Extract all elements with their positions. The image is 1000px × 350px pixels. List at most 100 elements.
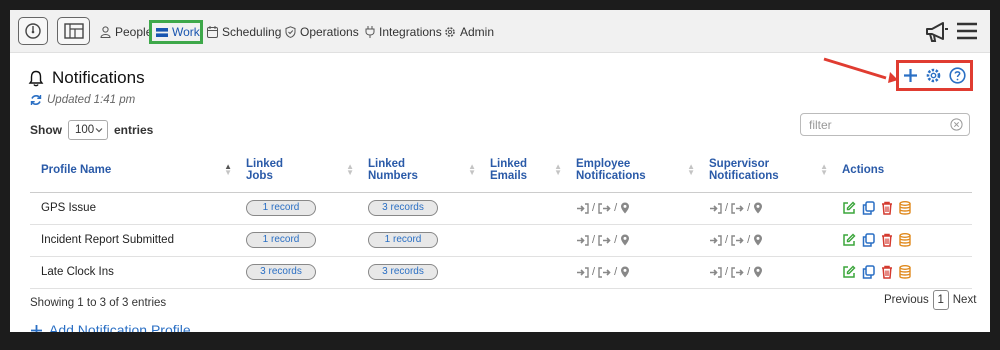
supervisor-notifications[interactable]: / / <box>709 266 836 278</box>
nav-scheduling-label: Scheduling <box>222 25 282 39</box>
copy-icon[interactable] <box>862 233 875 247</box>
plus-icon[interactable] <box>903 68 918 83</box>
row-actions <box>842 233 972 247</box>
nav-integrations-label: Integrations <box>379 25 442 39</box>
sort-icon: ▲ ▼ <box>820 162 828 177</box>
filter-input[interactable]: filter <box>800 113 970 136</box>
column-header[interactable]: Profile Name ▲ ▼ <box>30 148 240 193</box>
settings-gear-icon[interactable] <box>925 67 942 84</box>
table-header-row: Profile Name ▲ ▼ Linked Jobs ▲ ▼ Linked Number… <box>30 148 972 193</box>
previous-button[interactable]: Previous <box>884 294 929 306</box>
plug-icon <box>365 26 375 38</box>
bell-icon <box>28 70 44 86</box>
notifications-table: Profile Name ▲ ▼ Linked Jobs ▲ ▼ Linked Number… <box>30 148 972 289</box>
column-header[interactable]: Linked Numbers ▲ ▼ <box>362 148 484 193</box>
table-body: GPS Issue 1 record 3 records / / / / Incident R… <box>30 192 972 289</box>
refresh-icon[interactable] <box>30 94 42 106</box>
megaphone-icon[interactable] <box>925 21 949 43</box>
employee-notifications[interactable]: / / <box>576 234 703 246</box>
employee-notifications[interactable]: / / <box>576 202 703 214</box>
add-notification-profile-button[interactable]: Add Notification Profile <box>30 322 191 332</box>
linked-jobs-badge[interactable]: 1 record <box>246 200 316 216</box>
nav-people[interactable]: People <box>100 24 152 40</box>
map-pin-icon <box>621 266 630 278</box>
archive-icon[interactable] <box>899 201 911 215</box>
sign-in-icon <box>710 266 722 278</box>
header-actions <box>896 60 973 91</box>
show-entries: Show 100 entries <box>30 120 153 140</box>
column-header[interactable]: Supervisor Notifications ▲ ▼ <box>703 148 836 193</box>
nav-admin[interactable]: Admin <box>444 24 494 40</box>
entries-select[interactable]: 100 <box>68 120 108 140</box>
clear-filter-icon[interactable] <box>950 118 963 131</box>
add-profile-label: Add Notification Profile <box>49 322 191 332</box>
sign-out-icon <box>731 202 744 214</box>
filter-placeholder: filter <box>809 118 832 132</box>
help-icon[interactable] <box>949 67 966 84</box>
linked-jobs-badge[interactable]: 3 records <box>246 264 316 280</box>
calendar-icon <box>207 26 218 38</box>
profile-name: GPS Issue <box>41 202 96 214</box>
separator: / <box>725 234 729 246</box>
edit-icon[interactable] <box>842 201 856 215</box>
separator: / <box>725 202 729 214</box>
separator: / <box>747 202 751 214</box>
map-pin-icon <box>754 266 763 278</box>
pagination: Previous 1 Next <box>884 290 976 310</box>
delete-icon[interactable] <box>881 233 893 247</box>
sign-out-icon <box>598 234 611 246</box>
profile-name: Late Clock Ins <box>41 266 114 278</box>
work-icon <box>156 27 168 37</box>
table-info: Showing 1 to 3 of 3 entries <box>30 297 167 309</box>
employee-notifications[interactable]: / / <box>576 266 703 278</box>
supervisor-notifications[interactable]: / / <box>709 202 836 214</box>
copy-icon[interactable] <box>862 201 875 215</box>
supervisor-notifications[interactable]: / / <box>709 234 836 246</box>
separator: / <box>725 266 729 278</box>
annotation-arrow <box>823 57 898 83</box>
sort-icon: ▲ ▼ <box>687 162 695 177</box>
column-header: Actions <box>836 148 972 193</box>
sign-in-icon <box>577 202 589 214</box>
edit-icon[interactable] <box>842 265 856 279</box>
map-pin-icon <box>621 234 630 246</box>
top-navbar: People Work Scheduling Operations Integr… <box>10 10 990 53</box>
column-header[interactable]: Linked Emails ▲ ▼ <box>484 148 570 193</box>
copy-icon[interactable] <box>862 265 875 279</box>
archive-icon[interactable] <box>899 265 911 279</box>
updated-status: Updated 1:41 pm <box>30 94 135 106</box>
map-pin-icon <box>621 202 630 214</box>
dashboard-button[interactable] <box>18 17 48 45</box>
row-actions <box>842 201 972 215</box>
nav-operations[interactable]: Operations <box>285 24 359 40</box>
nav-work[interactable]: Work <box>156 24 200 40</box>
separator: / <box>614 234 618 246</box>
profile-name: Incident Report Submitted <box>41 234 174 246</box>
person-icon <box>100 26 111 38</box>
delete-icon[interactable] <box>881 201 893 215</box>
gear-icon <box>445 27 455 37</box>
row-actions <box>842 265 972 279</box>
edit-icon[interactable] <box>842 233 856 247</box>
page-title: Notifications <box>52 68 145 87</box>
nav-integrations[interactable]: Integrations <box>365 24 442 40</box>
layout-button[interactable] <box>57 17 90 45</box>
sign-in-icon <box>577 234 589 246</box>
linked-jobs-badge[interactable]: 1 record <box>246 232 316 248</box>
linked-numbers-badge[interactable]: 3 records <box>368 264 438 280</box>
entries-value: 100 <box>75 124 95 136</box>
shield-icon <box>285 26 296 38</box>
entries-label: entries <box>114 123 154 137</box>
linked-numbers-badge[interactable]: 3 records <box>368 200 438 216</box>
archive-icon[interactable] <box>899 233 911 247</box>
separator: / <box>614 266 618 278</box>
page-1-button[interactable]: 1 <box>932 290 949 310</box>
next-button[interactable]: Next <box>953 294 977 306</box>
column-header[interactable]: Linked Jobs ▲ ▼ <box>240 148 362 193</box>
linked-numbers-badge[interactable]: 1 record <box>368 232 438 248</box>
nav-scheduling[interactable]: Scheduling <box>207 24 281 40</box>
delete-icon[interactable] <box>881 265 893 279</box>
column-header[interactable]: Employee Notifications ▲ ▼ <box>570 148 703 193</box>
hamburger-menu-icon[interactable] <box>956 22 978 40</box>
map-pin-icon <box>754 202 763 214</box>
